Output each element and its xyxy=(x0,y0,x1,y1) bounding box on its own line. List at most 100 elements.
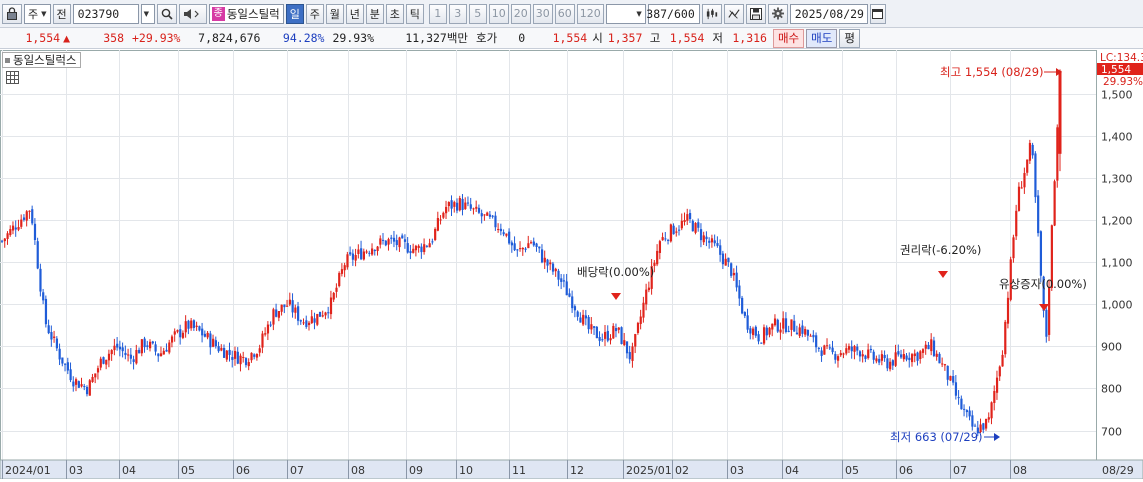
candle-body xyxy=(540,249,544,263)
candle-body xyxy=(55,338,59,349)
code-dropdown[interactable]: ▼ xyxy=(140,3,155,24)
candle-body xyxy=(771,323,774,330)
save-icon[interactable] xyxy=(745,3,766,24)
period-month[interactable]: 월 xyxy=(325,3,344,24)
candle-body xyxy=(379,238,382,245)
minute-option-1[interactable]: 1 xyxy=(428,3,447,24)
candle-body xyxy=(338,273,341,287)
average-button[interactable]: 평 xyxy=(839,28,860,48)
minute-option-10[interactable]: 10 xyxy=(488,3,509,24)
candle-body xyxy=(968,410,971,417)
candle-body xyxy=(439,219,442,221)
ask-price: 1,554 xyxy=(552,31,588,45)
candle-body xyxy=(757,334,760,342)
date-input[interactable]: 2025/08/29 xyxy=(789,3,868,24)
candle-body xyxy=(64,363,67,365)
candle-body xyxy=(395,240,398,246)
stock-name-box[interactable]: 종 동일스틸럭 xyxy=(208,3,284,24)
candle-body xyxy=(645,289,648,305)
candle-body xyxy=(820,350,823,356)
candle-body xyxy=(159,353,163,356)
market-select[interactable]: 주 ▼ xyxy=(24,3,51,24)
candle-body xyxy=(488,214,492,217)
candle-settings-icon[interactable] xyxy=(701,3,722,24)
candle-body xyxy=(746,315,749,330)
period-tick[interactable]: 틱 xyxy=(405,3,424,24)
candle-body xyxy=(25,211,28,221)
candle-body xyxy=(856,346,859,351)
candle-body xyxy=(513,243,516,251)
open-label: 시 xyxy=(592,31,603,45)
candle-body xyxy=(316,314,319,325)
candle-body xyxy=(1031,144,1034,156)
candle-body xyxy=(299,320,302,322)
candle-body xyxy=(494,215,497,228)
candle-body xyxy=(930,339,933,352)
candle-body xyxy=(1023,173,1026,188)
candle-body xyxy=(538,246,541,249)
x-last-label: 08/29 xyxy=(1102,464,1134,477)
candle-body xyxy=(223,347,226,358)
candle-body xyxy=(532,241,535,246)
turnover-rate: 29.93% xyxy=(332,31,375,45)
drawing-tool-icon[interactable] xyxy=(723,3,744,24)
period-year[interactable]: 년 xyxy=(345,3,364,24)
grid-toggle-icon[interactable] xyxy=(6,71,19,84)
candle-body xyxy=(916,352,919,361)
x-tick-label: 04 xyxy=(785,464,799,477)
candle-body xyxy=(889,361,892,370)
stock-code-input[interactable]: 023790 xyxy=(72,3,139,24)
price-tag: 1,554 xyxy=(1101,64,1131,76)
candle-body xyxy=(1006,297,1010,324)
candle-body xyxy=(184,321,187,333)
price-chart[interactable]: 700 800 900 1,000 1,100 1,200 1,300 1,400 1,500 2… xyxy=(0,50,1143,480)
candle-body xyxy=(554,268,557,272)
candle-body xyxy=(327,312,330,314)
candle-body xyxy=(990,402,993,419)
candle-body xyxy=(699,229,703,241)
lock-icon[interactable] xyxy=(2,3,22,24)
candle-body xyxy=(14,227,17,230)
minute-option-60[interactable]: 60 xyxy=(554,3,575,24)
candle-body xyxy=(743,312,746,316)
candle-body xyxy=(42,292,45,301)
minute-option-20[interactable]: 20 xyxy=(510,3,531,24)
minute-option-120[interactable]: 120 xyxy=(576,3,604,24)
prev-button[interactable]: 전 xyxy=(52,3,71,24)
period-minute[interactable]: 분 xyxy=(365,3,384,24)
minute-option-30[interactable]: 30 xyxy=(532,3,553,24)
period-week[interactable]: 주 xyxy=(305,3,324,24)
candle-body xyxy=(343,265,346,271)
candle-body xyxy=(190,320,193,329)
period-day[interactable]: 일 xyxy=(285,3,304,24)
candle-body xyxy=(497,228,500,230)
count-input[interactable]: 387/600 xyxy=(646,3,700,24)
chart-legend[interactable]: 동일스틸럭스 xyxy=(2,52,82,68)
candle-body xyxy=(847,346,851,350)
custom-period-select[interactable]: ▼ xyxy=(605,3,646,24)
candle-body xyxy=(118,346,122,350)
candle-body xyxy=(33,223,37,241)
candle-body xyxy=(984,418,988,429)
search-icon[interactable] xyxy=(156,3,177,24)
candle-body xyxy=(656,250,659,265)
minute-option-5[interactable]: 5 xyxy=(468,3,487,24)
gear-icon[interactable] xyxy=(767,3,788,24)
candle-body xyxy=(971,415,974,427)
candle-body xyxy=(949,375,952,381)
buy-button[interactable]: 매수 xyxy=(772,28,805,48)
candle-body xyxy=(181,332,185,338)
x-tick-label: 08 xyxy=(351,464,365,477)
candle-body xyxy=(75,379,78,385)
candle-body xyxy=(680,220,683,229)
candlestick-chart[interactable]: 7008009001,0001,1001,2001,3001,4001,5002… xyxy=(0,50,1143,480)
x-tick-label: 03 xyxy=(69,464,83,477)
minute-option-3[interactable]: 3 xyxy=(448,3,467,24)
candle-body xyxy=(129,354,133,359)
x-tick-label: 10 xyxy=(459,464,473,477)
sell-button[interactable]: 매도 xyxy=(806,28,838,48)
period-second[interactable]: 초 xyxy=(385,3,404,24)
calendar-icon[interactable] xyxy=(869,3,886,24)
speaker-icon[interactable] xyxy=(178,3,207,24)
hoga-value: 0 xyxy=(518,31,526,45)
